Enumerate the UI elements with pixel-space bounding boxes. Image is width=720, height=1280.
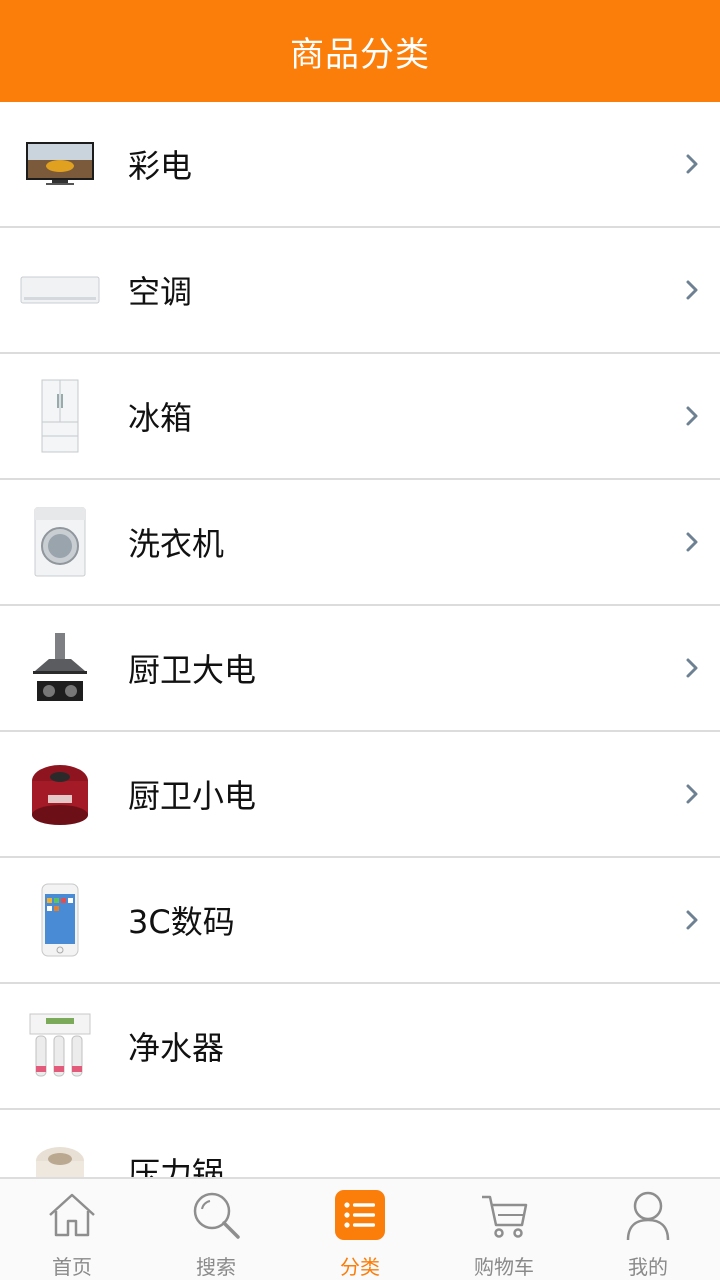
- category-row-kitchen-large[interactable]: 厨卫大电: [0, 606, 720, 732]
- category-list[interactable]: 彩电 空调 冰箱 洗衣机 厨卫大电 厨卫小电 3C数码 净水器 压力锅: [0, 102, 720, 1177]
- category-row-water-purifier[interactable]: 净水器: [0, 984, 720, 1110]
- category-row-air-conditioner[interactable]: 空调: [0, 228, 720, 354]
- category-row-tv[interactable]: 彩电: [0, 102, 720, 228]
- chevron-right-icon: [686, 280, 698, 300]
- chevron-right-icon: [686, 532, 698, 552]
- search-icon: [188, 1187, 244, 1243]
- tab-label: 购物车: [474, 1255, 534, 1279]
- tab-label: 分类: [340, 1255, 380, 1279]
- tab-label: 我的: [628, 1255, 668, 1279]
- chevron-right-icon: [686, 406, 698, 426]
- tv-image: [20, 120, 100, 208]
- tab-home[interactable]: 首页: [0, 1179, 144, 1280]
- tab-label: 搜索: [196, 1255, 236, 1279]
- category-label: 厨卫小电: [128, 777, 257, 815]
- chevron-right-icon: [686, 154, 698, 174]
- cart-icon: [476, 1187, 532, 1243]
- chevron-right-icon: [686, 658, 698, 678]
- smartphone-image: [20, 876, 100, 964]
- category-row-kitchen-small[interactable]: 厨卫小电: [0, 732, 720, 858]
- category-label: 彩电: [128, 147, 193, 185]
- category-row-fridge[interactable]: 冰箱: [0, 354, 720, 480]
- air-conditioner-image: [20, 246, 100, 334]
- fridge-image: [20, 372, 100, 460]
- bottom-tab-bar: 首页 搜索 分类 购物车 我的: [0, 1177, 720, 1280]
- pressure-cooker-image: [20, 1128, 100, 1177]
- washing-machine-image: [20, 498, 100, 586]
- water-purifier-image: [20, 1002, 100, 1090]
- app-header: 商品分类: [0, 0, 720, 102]
- user-icon: [620, 1187, 676, 1243]
- tab-profile[interactable]: 我的: [576, 1179, 720, 1280]
- tab-search[interactable]: 搜索: [144, 1179, 288, 1280]
- category-row-digital[interactable]: 3C数码: [0, 858, 720, 984]
- category-label: 压力锅: [128, 1155, 225, 1177]
- category-label: 冰箱: [128, 399, 193, 437]
- tab-label: 首页: [52, 1255, 92, 1279]
- chevron-right-icon: [686, 910, 698, 930]
- tab-category[interactable]: 分类: [288, 1179, 432, 1280]
- category-label: 3C数码: [128, 903, 235, 941]
- page-title: 商品分类: [290, 34, 430, 75]
- home-icon: [44, 1187, 100, 1243]
- range-hood-image: [20, 624, 100, 712]
- category-row-washing-machine[interactable]: 洗衣机: [0, 480, 720, 606]
- list-icon: [332, 1187, 388, 1243]
- category-label: 空调: [128, 273, 193, 311]
- category-row-pressure-cooker[interactable]: 压力锅: [0, 1110, 720, 1177]
- rice-cooker-image: [20, 750, 100, 838]
- category-label: 净水器: [128, 1029, 225, 1067]
- tab-cart[interactable]: 购物车: [432, 1179, 576, 1280]
- category-label: 厨卫大电: [128, 651, 257, 689]
- category-label: 洗衣机: [128, 525, 225, 563]
- chevron-right-icon: [686, 784, 698, 804]
